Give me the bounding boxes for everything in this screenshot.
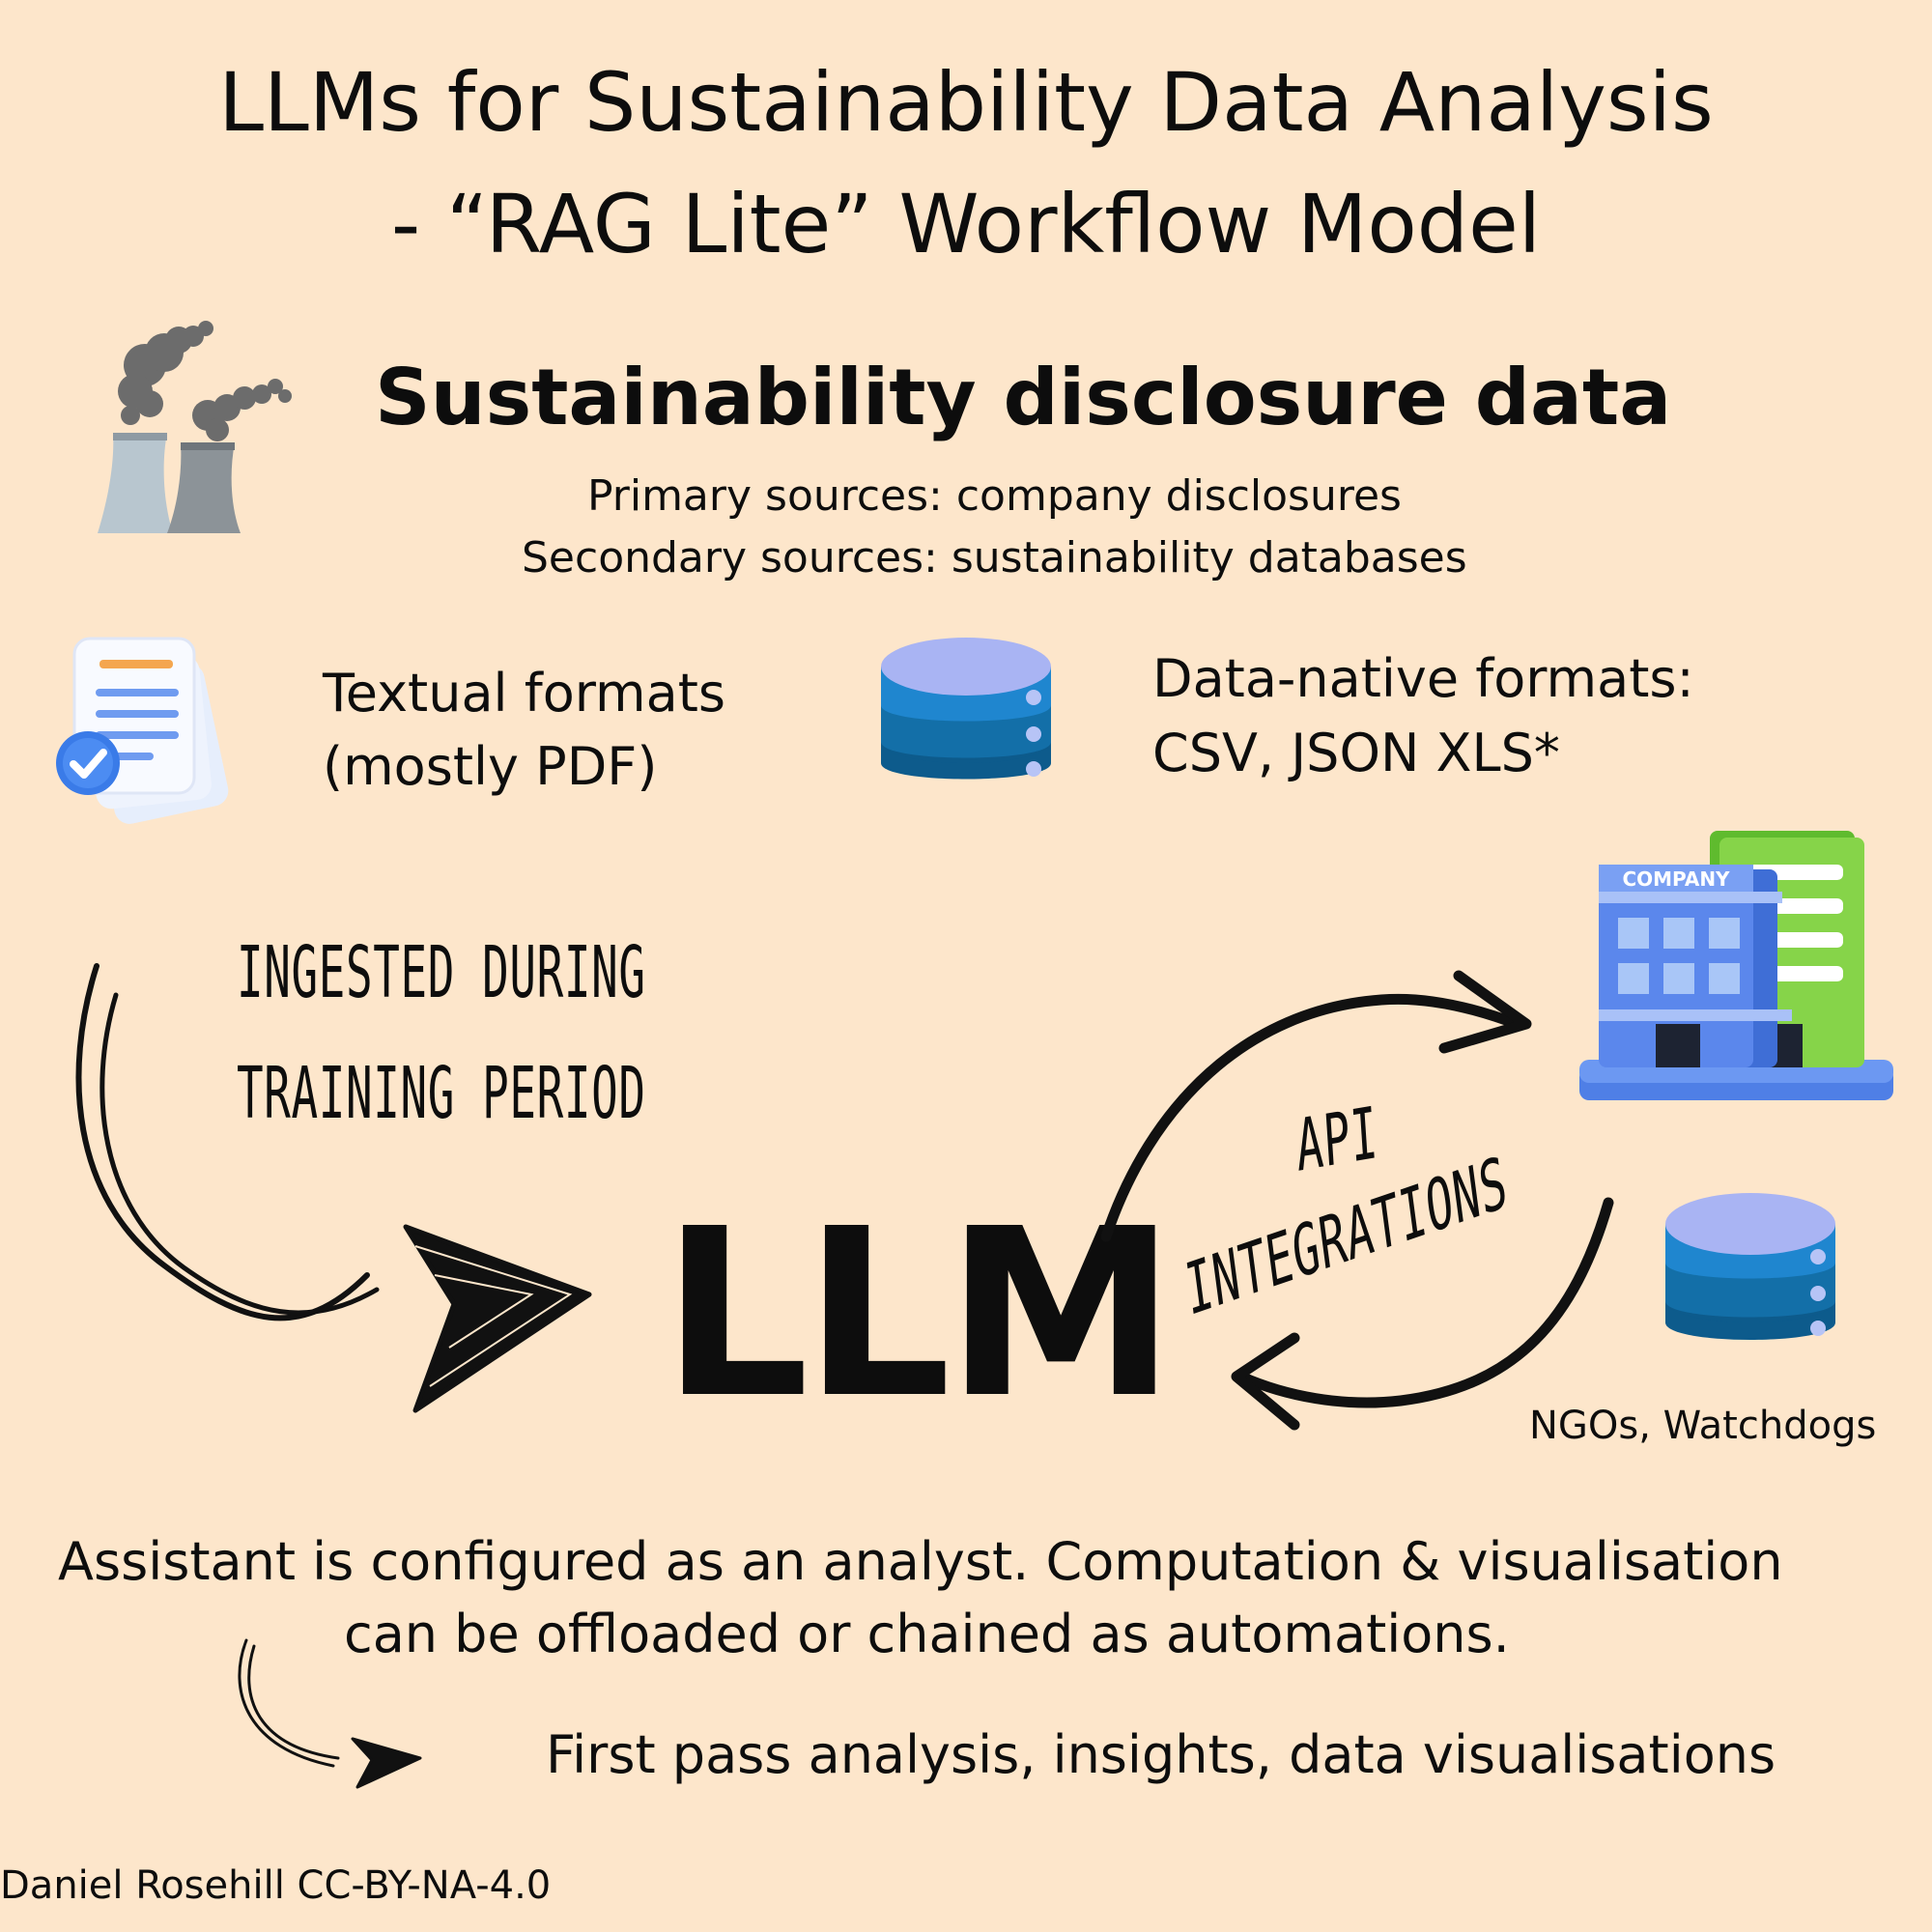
output-description: First pass analysis, insights, data visu…	[546, 1724, 1776, 1785]
ingest-arrow	[75, 963, 592, 1413]
company-building-icon: COMPANY	[1579, 831, 1893, 1100]
textual-formats-line-1: Textual formats	[323, 663, 725, 724]
documents-check-icon	[56, 637, 229, 824]
primary-sources: Primary sources: company disclosures	[587, 471, 1402, 521]
company-sign: COMPANY	[1622, 867, 1730, 891]
output-arrow	[238, 1638, 422, 1789]
disclosure-heading: Sustainability disclosure data	[375, 353, 1672, 442]
database-icon	[881, 638, 1051, 780]
ngo-database-icon	[1665, 1193, 1835, 1340]
native-formats-line-1: Data-native formats:	[1152, 648, 1694, 709]
power-plant-icon	[98, 321, 292, 533]
assistant-line-2: can be offloaded or chained as automatio…	[344, 1604, 1510, 1664]
textual-formats-line-2: (mostly PDF)	[323, 736, 658, 797]
native-formats-line-2: CSV, JSON XLS*	[1152, 723, 1560, 783]
api-line-1: API	[1293, 1091, 1381, 1188]
title-line-2: - “RAG Lite” Workflow Model	[390, 177, 1542, 271]
assistant-line-1: Assistant is configured as an analyst. C…	[58, 1531, 1783, 1592]
credit: Daniel Rosehill CC-BY-NA-4.0	[0, 1863, 552, 1908]
title-line-1: LLMs for Sustainability Data Analysis	[218, 55, 1714, 150]
secondary-sources: Secondary sources: sustainability databa…	[522, 533, 1467, 582]
